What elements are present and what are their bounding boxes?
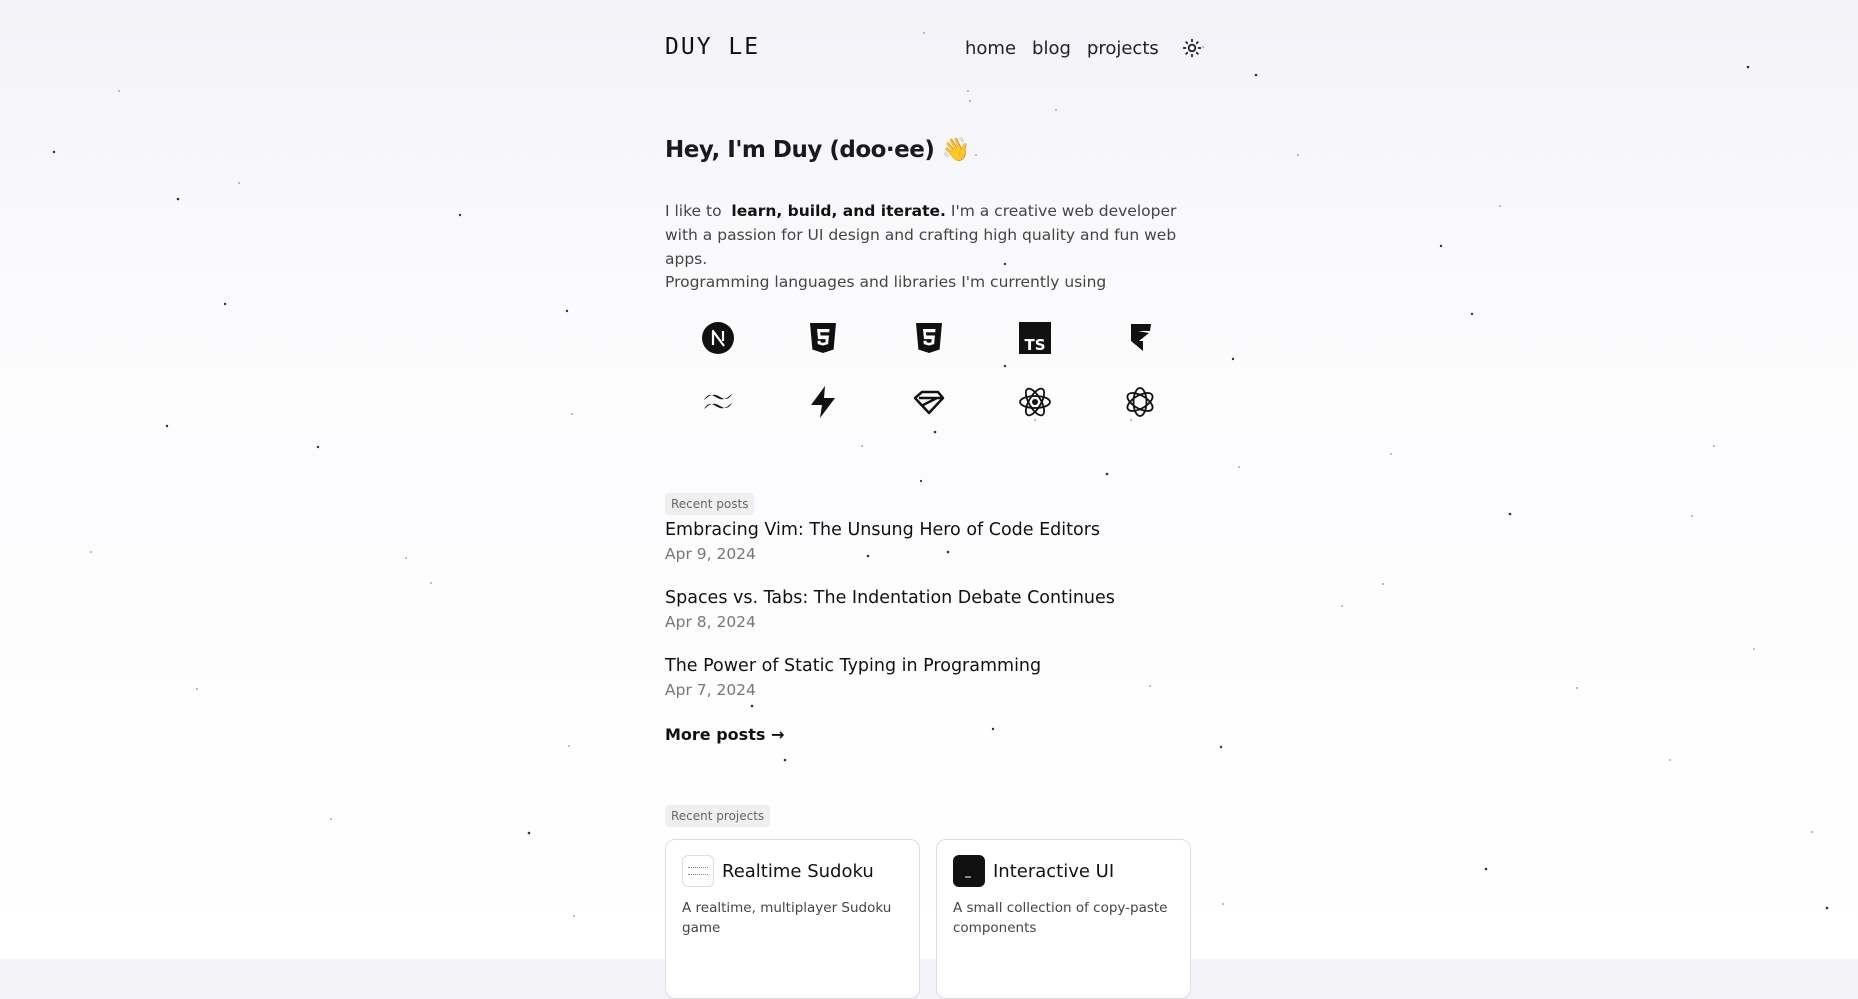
tech-icon-cell xyxy=(876,382,982,422)
nav-link-home[interactable]: home xyxy=(965,38,1016,59)
recent-posts-list: Embracing Vim: The Unsung Hero of Code E… xyxy=(665,520,1193,724)
intro-paragraph: I like to learn, build, and iterate. I'm… xyxy=(665,199,1193,271)
post-title[interactable]: Embracing Vim: The Unsung Hero of Code E… xyxy=(665,520,1193,540)
tech-icon-cell xyxy=(771,318,877,358)
project-thumbnail xyxy=(682,855,714,887)
intro-lead: I like to xyxy=(665,202,722,220)
svelte-icon xyxy=(913,390,945,415)
page-title: Hey, I'm Duy (doo·ee) 👋 xyxy=(665,136,971,163)
theme-toggle-button[interactable] xyxy=(1181,37,1203,59)
recent-posts-label: Recent posts xyxy=(665,493,755,515)
list-item[interactable]: Spaces vs. Tabs: The Indentation Debate … xyxy=(665,588,1193,656)
nextjs-icon xyxy=(701,322,734,354)
list-item[interactable]: The Power of Static Typing in Programmin… xyxy=(665,656,1193,724)
tailwind-icon xyxy=(703,394,732,409)
more-posts-link[interactable]: More posts → xyxy=(665,725,784,744)
post-date: Apr 7, 2024 xyxy=(665,681,756,699)
site-header: DUY LE home blog projects xyxy=(665,32,1201,64)
tech-stack-label: Programming languages and libraries I'm … xyxy=(665,273,1107,291)
tech-icon-cell xyxy=(876,318,982,358)
tech-icon-cell xyxy=(771,382,877,422)
project-description: A small collection of copy-paste compone… xyxy=(953,900,1168,936)
tech-icons-grid: TS xyxy=(665,318,1193,422)
typescript-icon: TS xyxy=(1018,322,1051,354)
react-icon xyxy=(1018,387,1051,417)
project-title: Interactive UI xyxy=(993,860,1115,882)
svg-text:TS: TS xyxy=(1024,336,1045,354)
project-card-header: Interactive UI xyxy=(953,855,1174,887)
nav-link-blog[interactable]: blog xyxy=(1032,38,1071,59)
reactquery-icon xyxy=(1126,387,1154,417)
project-thumbnail xyxy=(953,855,985,887)
framer-icon xyxy=(1131,324,1152,351)
tech-icon-cell xyxy=(982,382,1088,422)
tech-icon-cell xyxy=(1087,318,1193,358)
main-nav: home blog projects xyxy=(965,37,1203,59)
project-title: Realtime Sudoku xyxy=(722,860,874,882)
post-title[interactable]: Spaces vs. Tabs: The Indentation Debate … xyxy=(665,588,1193,608)
site-logo[interactable]: DUY LE xyxy=(665,34,760,60)
nav-link-projects[interactable]: projects xyxy=(1087,38,1159,59)
project-description: A realtime, multiplayer Sudoku game xyxy=(682,900,892,936)
post-date: Apr 9, 2024 xyxy=(665,545,756,563)
tech-icon-cell xyxy=(665,318,771,358)
list-item[interactable]: Embracing Vim: The Unsung Hero of Code E… xyxy=(665,520,1193,588)
post-title[interactable]: The Power of Static Typing in Programmin… xyxy=(665,656,1193,676)
tech-icon-cell: TS xyxy=(982,318,1088,358)
html5-icon xyxy=(810,323,837,353)
css3-icon xyxy=(915,323,942,353)
recent-projects-label: Recent projects xyxy=(665,805,771,827)
supabase-icon xyxy=(811,386,836,418)
tech-icon-cell xyxy=(665,382,771,422)
project-card[interactable]: Interactive UI A small collection of cop… xyxy=(936,839,1191,999)
tech-icon-cell xyxy=(1087,382,1193,422)
waving-hand-emoji: 👋 xyxy=(941,137,971,163)
intro-bold: learn, build, and iterate. xyxy=(731,202,946,220)
project-card-header: Realtime Sudoku xyxy=(682,855,903,887)
greeting-text: Hey, I'm Duy (doo·ee) xyxy=(665,137,935,163)
project-card[interactable]: Realtime Sudoku A realtime, multiplayer … xyxy=(665,839,920,999)
post-date: Apr 8, 2024 xyxy=(665,613,756,631)
recent-projects-list: Realtime Sudoku A realtime, multiplayer … xyxy=(665,839,1195,999)
sun-icon xyxy=(1182,38,1201,58)
